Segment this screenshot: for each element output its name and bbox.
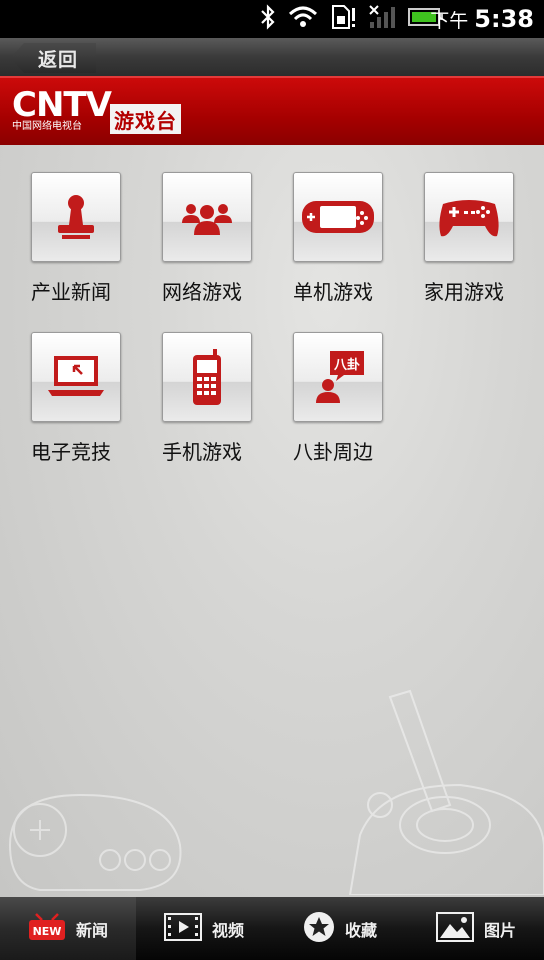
cntv-logo: CNTV 中国网络电视台: [12, 85, 112, 134]
no-signal-icon: [368, 4, 396, 34]
people-group-icon: [162, 172, 252, 262]
new-badge-text: NEW: [33, 925, 62, 938]
status-ampm: 下午: [430, 9, 469, 32]
category-label: 手机游戏: [162, 440, 242, 464]
gossip-speech-icon: 八卦: [293, 332, 383, 422]
gossip-bubble-text: 八卦: [333, 357, 360, 373]
channel-badge: 游戏台: [110, 104, 181, 134]
status-bar: 下午 5:38: [0, 0, 544, 38]
tab-label: 视频: [211, 920, 244, 940]
tab-pictures[interactable]: 图片: [408, 897, 544, 960]
gamepad-decoration-icon: [8, 793, 182, 891]
category-tile-industry-news[interactable]: 产业新闻: [31, 172, 151, 305]
film-play-icon: [163, 912, 202, 945]
handheld-console-icon: [293, 172, 383, 262]
category-label: 产业新闻: [31, 280, 111, 304]
back-button[interactable]: 返回: [10, 43, 96, 73]
stamp-icon: [31, 172, 121, 262]
tab-video[interactable]: 视频: [136, 897, 272, 960]
tab-label: 图片: [483, 920, 516, 940]
tab-label: 收藏: [344, 920, 377, 940]
mobile-phone-icon: [162, 332, 252, 422]
picture-icon: [435, 911, 474, 946]
sim-alert-icon: [330, 4, 356, 34]
tab-label: 新闻: [75, 920, 108, 940]
new-badge-icon: NEW: [28, 912, 66, 946]
bluetooth-icon: [260, 4, 276, 34]
category-label: 家用游戏: [424, 280, 504, 304]
bottom-tab-bar: NEW 新闻 视频 收藏 图片: [0, 897, 544, 960]
category-tile-esports[interactable]: 电子竞技: [31, 332, 151, 465]
wifi-icon: [288, 5, 318, 33]
category-tile-gossip[interactable]: 八卦 八卦周边: [293, 332, 413, 465]
category-label: 单机游戏: [293, 280, 373, 304]
navigation-bar: 返回: [0, 38, 544, 77]
tab-news[interactable]: NEW 新闻: [0, 897, 136, 960]
tab-favorites[interactable]: 收藏: [272, 897, 408, 960]
category-tile-console-games[interactable]: 家用游戏: [424, 172, 544, 305]
status-clock: 5:38: [474, 5, 534, 33]
status-icons: [260, 4, 444, 34]
laptop-icon: [31, 332, 121, 422]
category-tile-online-games[interactable]: 网络游戏: [162, 172, 282, 305]
category-label: 八卦周边: [293, 440, 373, 464]
joystick-decoration-icon: [348, 689, 544, 895]
category-tile-single-player[interactable]: 单机游戏: [293, 172, 413, 305]
category-grid: 产业新闻 网络游戏 单机游戏 家用游戏 电子竞技 手机游戏 八卦 八卦周边: [0, 145, 544, 897]
category-label: 网络游戏: [162, 280, 242, 304]
star-circle-icon: [303, 911, 335, 947]
logo-wordmark: CNTV: [12, 85, 112, 125]
gamepad-icon: [424, 172, 514, 262]
category-label: 电子竞技: [31, 440, 111, 464]
brand-header: CNTV 中国网络电视台 游戏台: [0, 76, 544, 147]
category-tile-mobile-games[interactable]: 手机游戏: [162, 332, 282, 465]
